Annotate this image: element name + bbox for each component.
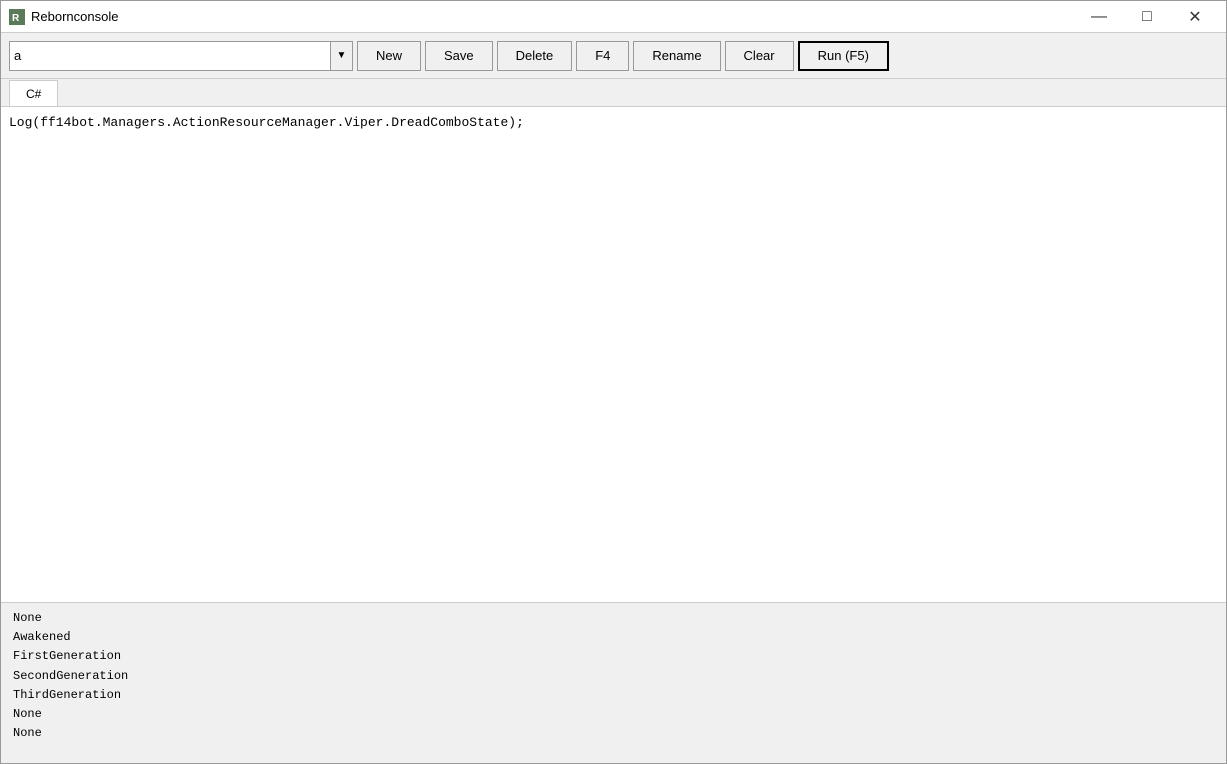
script-dropdown-arrow[interactable]: ▼ (330, 42, 352, 70)
tabs-bar: C# (1, 79, 1226, 107)
code-editor[interactable]: Log(ff14bot.Managers.ActionResourceManag… (1, 107, 1226, 603)
output-line: None (13, 724, 1214, 743)
output-line: None (13, 609, 1214, 628)
main-window: R Rebornconsole — □ ✕ ▼ New Save Delete … (0, 0, 1227, 764)
output-panel: NoneAwakenedFirstGenerationSecondGenerat… (1, 603, 1226, 763)
tab-csharp[interactable]: C# (9, 80, 58, 106)
close-button[interactable]: ✕ (1172, 1, 1218, 33)
run-button[interactable]: Run (F5) (798, 41, 889, 71)
script-name-input[interactable] (10, 42, 330, 70)
output-line: None (13, 705, 1214, 724)
clear-button[interactable]: Clear (725, 41, 794, 71)
f4-button[interactable]: F4 (576, 41, 629, 71)
output-line: ThirdGeneration (13, 686, 1214, 705)
output-line: FirstGeneration (13, 647, 1214, 666)
tab-csharp-label: C# (26, 87, 41, 101)
maximize-button[interactable]: □ (1124, 1, 1170, 33)
minimize-button[interactable]: — (1076, 1, 1122, 33)
delete-button[interactable]: Delete (497, 41, 573, 71)
script-selector[interactable]: ▼ (9, 41, 353, 71)
new-button[interactable]: New (357, 41, 421, 71)
code-content: Log(ff14bot.Managers.ActionResourceManag… (9, 115, 1218, 130)
save-button[interactable]: Save (425, 41, 493, 71)
window-controls: — □ ✕ (1076, 1, 1218, 33)
output-line: Awakened (13, 628, 1214, 647)
code-text: Log(ff14bot.Managers.ActionResourceManag… (9, 115, 524, 130)
output-line: SecondGeneration (13, 667, 1214, 686)
svg-text:R: R (12, 13, 20, 24)
rename-button[interactable]: Rename (633, 41, 720, 71)
toolbar: ▼ New Save Delete F4 Rename Clear Run (F… (1, 33, 1226, 79)
window-title: Rebornconsole (31, 9, 1076, 24)
title-bar: R Rebornconsole — □ ✕ (1, 1, 1226, 33)
app-icon: R (9, 9, 25, 25)
